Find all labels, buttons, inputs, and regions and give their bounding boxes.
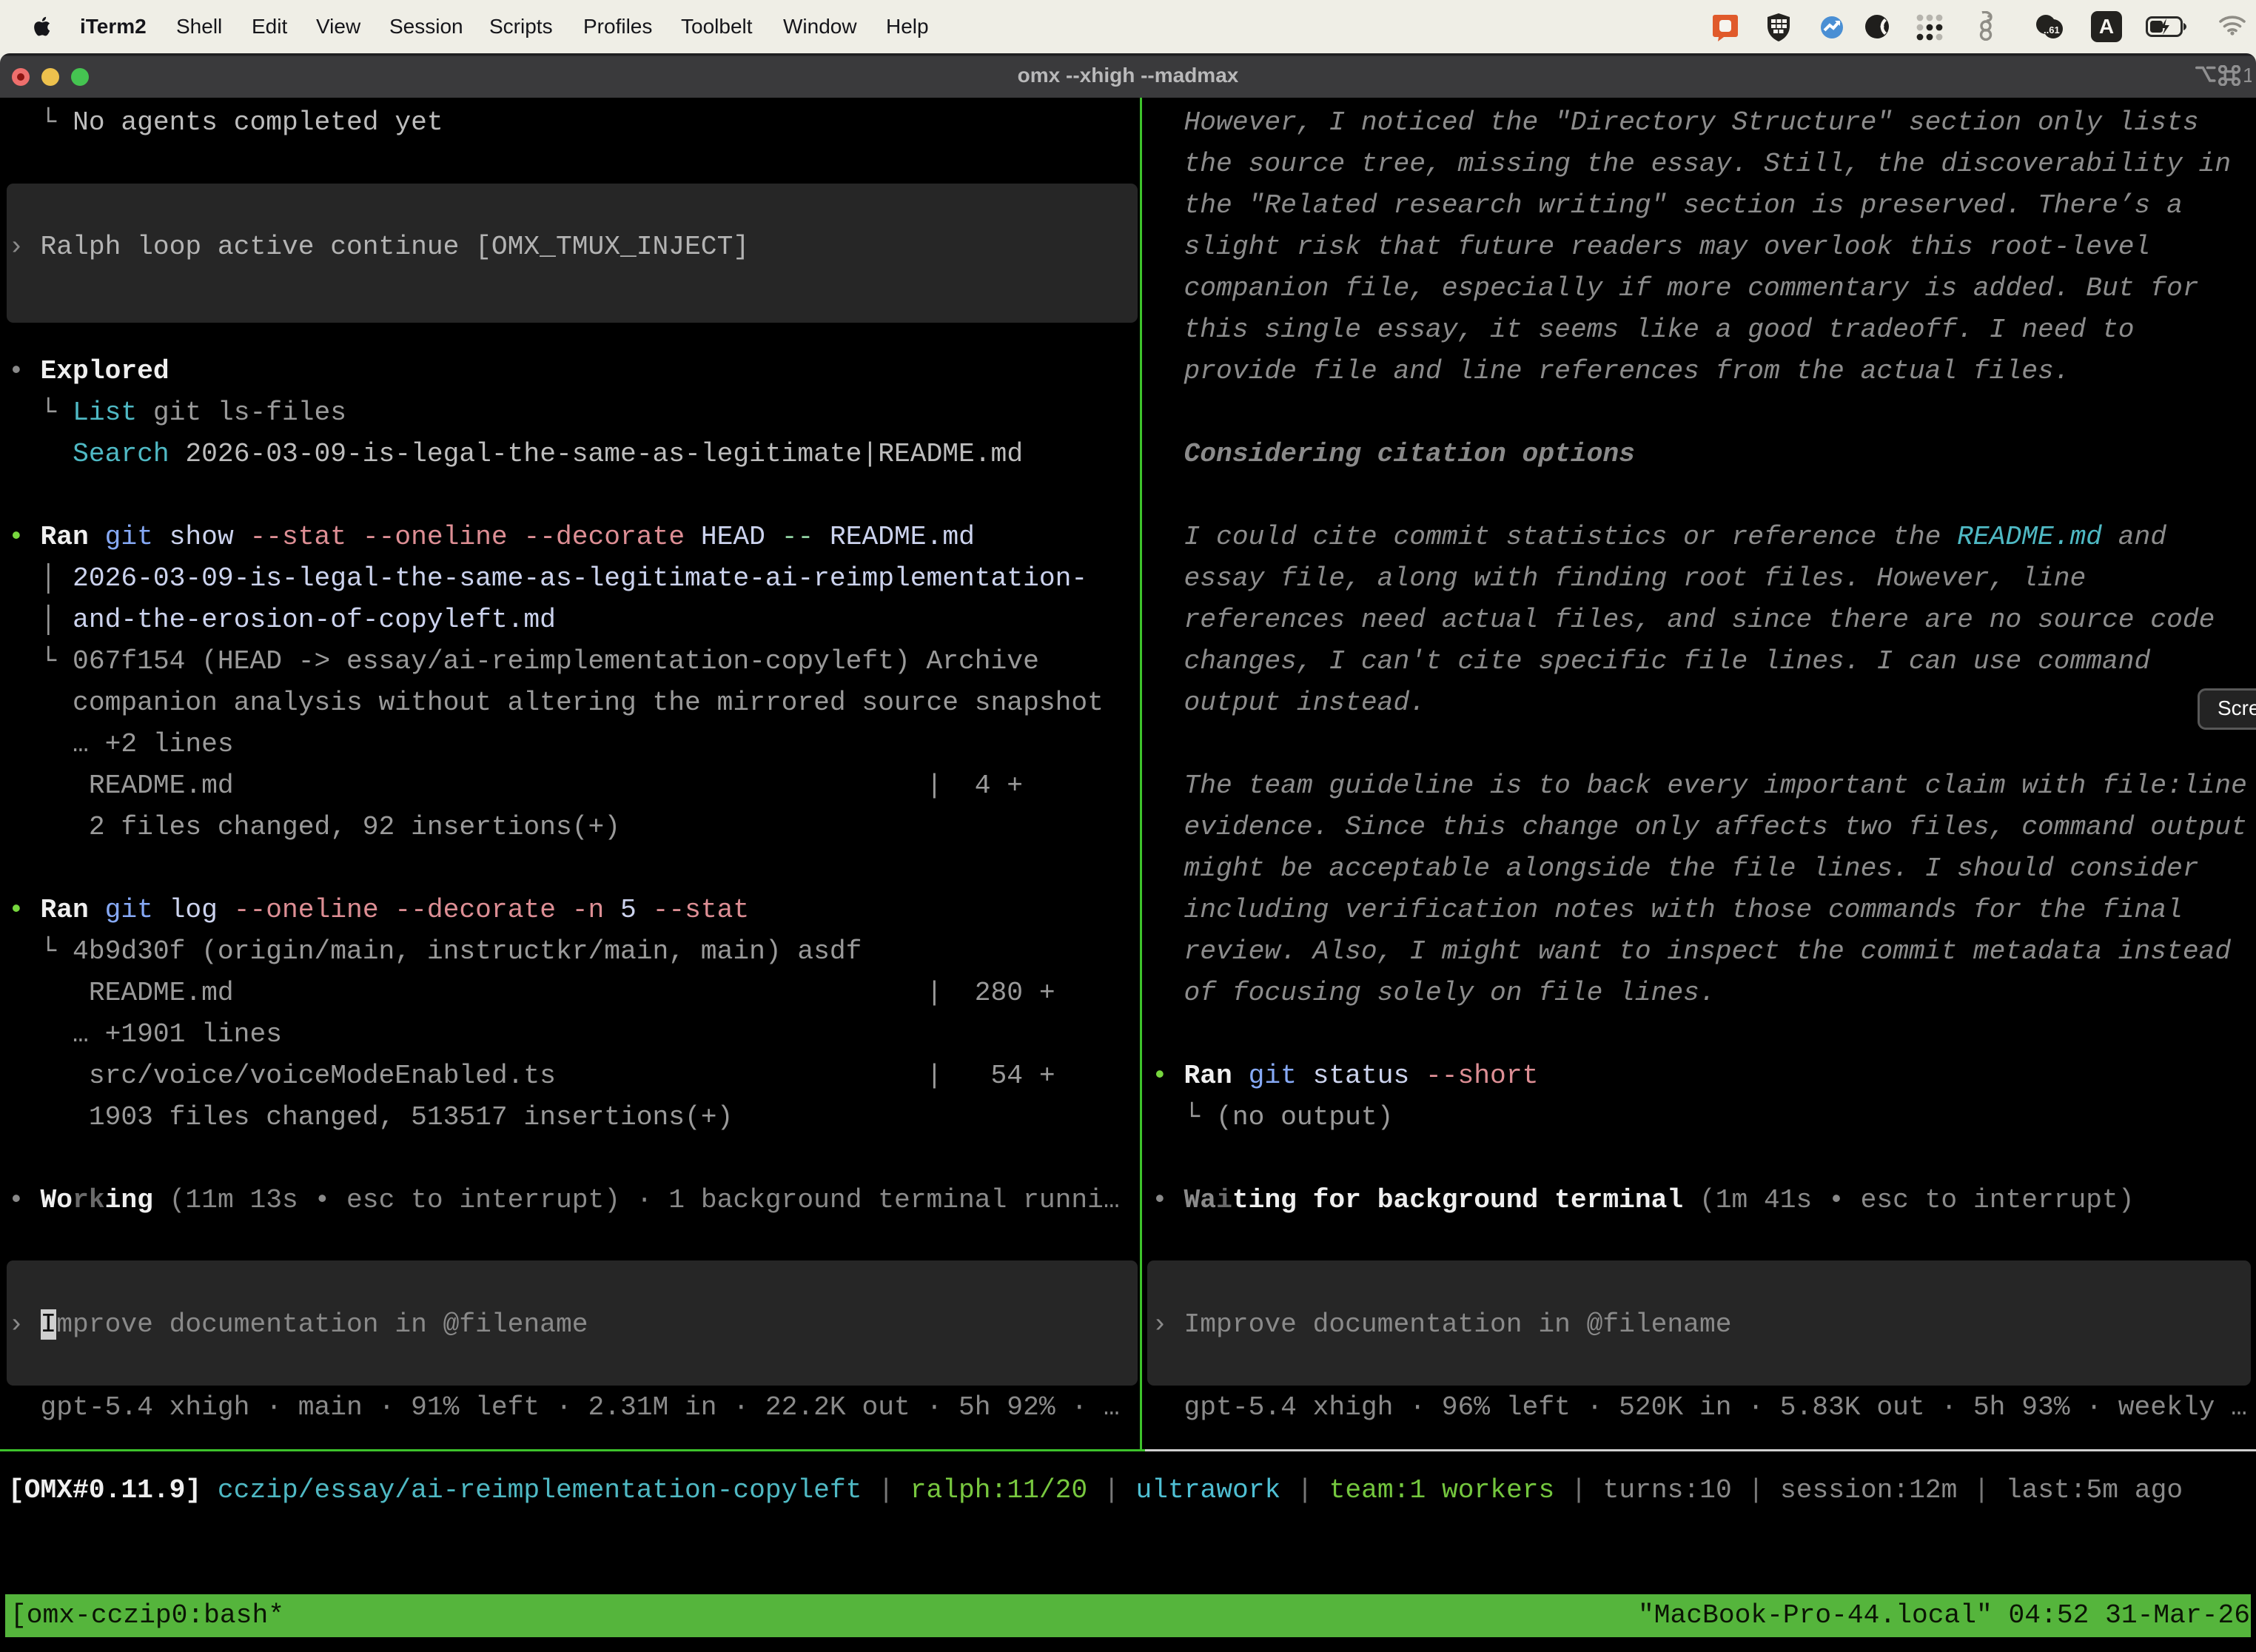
svg-text:..61: ..61 bbox=[2044, 24, 2060, 36]
svg-text:1: 1 bbox=[2243, 65, 2252, 86]
